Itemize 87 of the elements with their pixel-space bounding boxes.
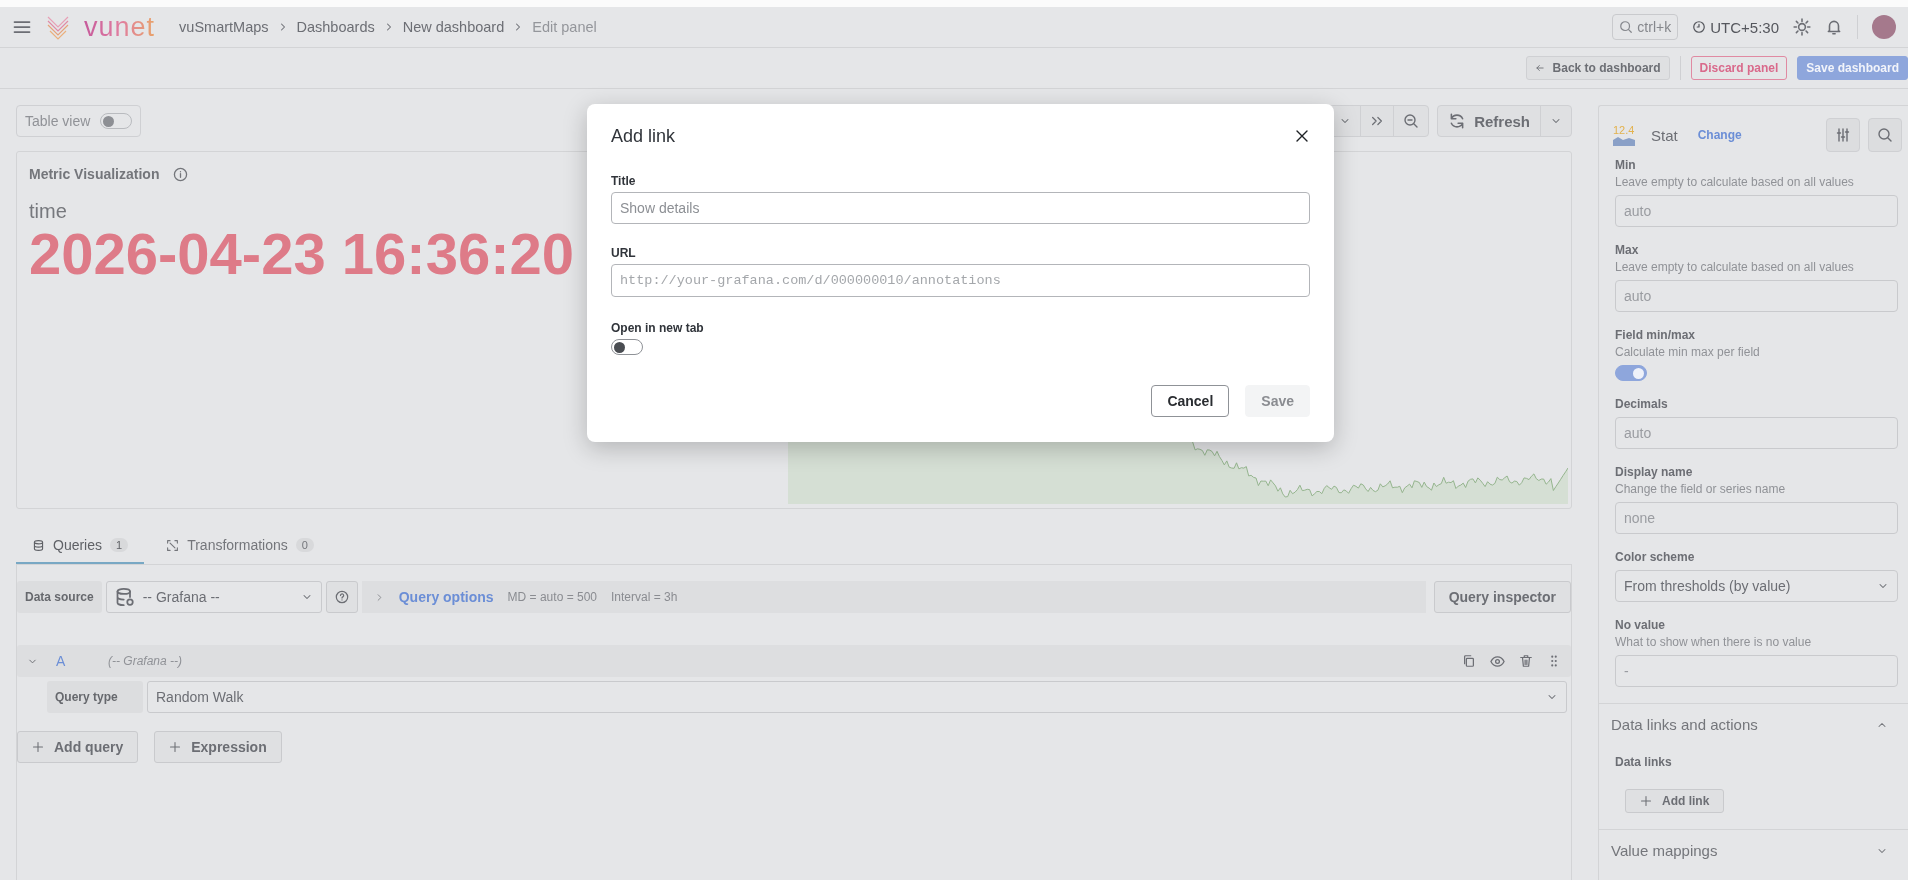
option-label: No value <box>1615 618 1666 632</box>
option-description: Leave empty to calculate based on all values <box>1615 175 1855 189</box>
action-button[interactable]: Back to dashboard <box>1525 56 1670 80</box>
option-description: Change the field or series name <box>1615 482 1787 496</box>
clock-icon <box>1692 20 1707 34</box>
info-icon <box>173 166 189 182</box>
data-source-select[interactable]: -- Grafana -- <box>105 581 322 613</box>
plus-icon <box>169 741 182 753</box>
option-description: Leave empty to calculate based on all values <box>1615 260 1855 274</box>
sun-icon <box>1793 18 1811 36</box>
table-view-toggle[interactable]: Table view <box>16 105 142 137</box>
search-button[interactable] <box>1868 118 1902 152</box>
zoom-out-icon <box>1403 113 1420 129</box>
help-icon <box>334 590 349 604</box>
option-label: Display name <box>1615 465 1694 479</box>
logo-icon <box>46 14 70 40</box>
option-input[interactable]: - <box>1615 655 1898 687</box>
field-label: URL <box>611 246 637 260</box>
section-title[interactable]: Data links and actions <box>1611 716 1758 733</box>
search-field[interactable]: ctrl+k <box>1612 14 1679 40</box>
query-ref[interactable]: A <box>56 653 96 669</box>
section-sublabel: Data links <box>1615 755 1673 769</box>
input-field[interactable]: Show details <box>611 192 1310 224</box>
field-label: Open in new tab <box>611 321 705 335</box>
add-button[interactable]: Add query <box>17 731 139 763</box>
option-input[interactable]: none <box>1615 502 1898 534</box>
query-type-label: Query type <box>47 681 143 713</box>
help-button[interactable] <box>325 581 358 613</box>
change-link[interactable]: Change <box>1697 128 1742 142</box>
search-icon <box>1877 127 1893 143</box>
add-link-button[interactable]: Add link <box>1625 789 1725 813</box>
options-button[interactable] <box>1826 118 1860 152</box>
transform-icon <box>166 538 180 552</box>
action-button[interactable]: Discard panel <box>1690 56 1788 80</box>
search-icon <box>1619 20 1634 34</box>
data-source-label: Data source <box>17 581 102 613</box>
field-label: Title <box>611 174 637 188</box>
action-button[interactable]: Save dashboard <box>1797 56 1908 80</box>
trash-icon <box>1519 654 1533 668</box>
viz-name: Stat <box>1651 126 1678 144</box>
copy-icon <box>1462 654 1476 668</box>
add-button[interactable]: Expression <box>154 731 282 763</box>
double-chevron-icon <box>1370 114 1385 128</box>
plus-icon <box>32 741 44 753</box>
timezone-button[interactable]: UTC+5:30 <box>1692 18 1779 36</box>
breadcrumb-link[interactable]: Edit panel <box>532 19 597 35</box>
database-gear-icon <box>114 587 135 607</box>
close-icon <box>1294 128 1310 144</box>
query-tab[interactable]: Transformations 0 <box>150 529 330 564</box>
dialog-button[interactable]: Cancel <box>1151 385 1230 417</box>
option-label: Decimals <box>1615 397 1669 411</box>
breadcrumb-link[interactable]: vuSmartMaps <box>179 19 269 35</box>
option-input[interactable]: auto <box>1615 417 1898 449</box>
option-label: Min <box>1615 158 1637 172</box>
eye-icon <box>1490 653 1505 669</box>
option-input[interactable]: auto <box>1615 195 1898 227</box>
option-switch[interactable] <box>1615 365 1647 381</box>
field-name: time <box>29 200 67 223</box>
option-select[interactable]: From thresholds (by value) <box>1615 570 1898 602</box>
bell-icon <box>1825 18 1843 36</box>
query-options-toggle[interactable]: Query options <box>398 589 494 605</box>
option-input[interactable]: auto <box>1615 280 1898 312</box>
breadcrumb-link[interactable]: New dashboard <box>402 19 505 35</box>
query-source: (-- Grafana --) <box>108 654 182 668</box>
breadcrumb-link[interactable]: Dashboards <box>296 19 375 35</box>
input-field[interactable]: http://your-grafana.com/d/000000010/annotations <box>611 264 1310 297</box>
arrow-left-icon <box>1534 63 1545 73</box>
database-icon <box>32 538 45 552</box>
option-label: Max <box>1615 243 1640 257</box>
option-label: Color scheme <box>1615 550 1696 564</box>
section-title[interactable]: Value mappings <box>1611 842 1718 859</box>
plus-icon <box>1640 795 1652 807</box>
refresh-button[interactable]: Refresh <box>1438 106 1540 136</box>
sliders-icon <box>1835 127 1851 143</box>
dialog-title: Add link <box>611 125 676 147</box>
max-data-points: MD = auto = 500 <box>507 590 597 604</box>
avatar[interactable] <box>1872 15 1896 39</box>
option-description: Calculate min max per field <box>1615 345 1761 359</box>
panel-title: Metric Visualization <box>29 166 160 182</box>
query-tab[interactable]: Queries 1 <box>16 529 145 564</box>
query-inspector-button[interactable]: Query inspector <box>1433 581 1571 613</box>
stat-value: 2026-04-23 16:36:20 <box>29 225 574 283</box>
option-label: Field min/max <box>1615 328 1697 342</box>
query-type-select[interactable]: Random Walk <box>147 681 1567 713</box>
interval: Interval = 3h <box>611 590 678 604</box>
option-description: What to show when there is no value <box>1615 635 1813 649</box>
close-button[interactable] <box>1294 128 1310 144</box>
